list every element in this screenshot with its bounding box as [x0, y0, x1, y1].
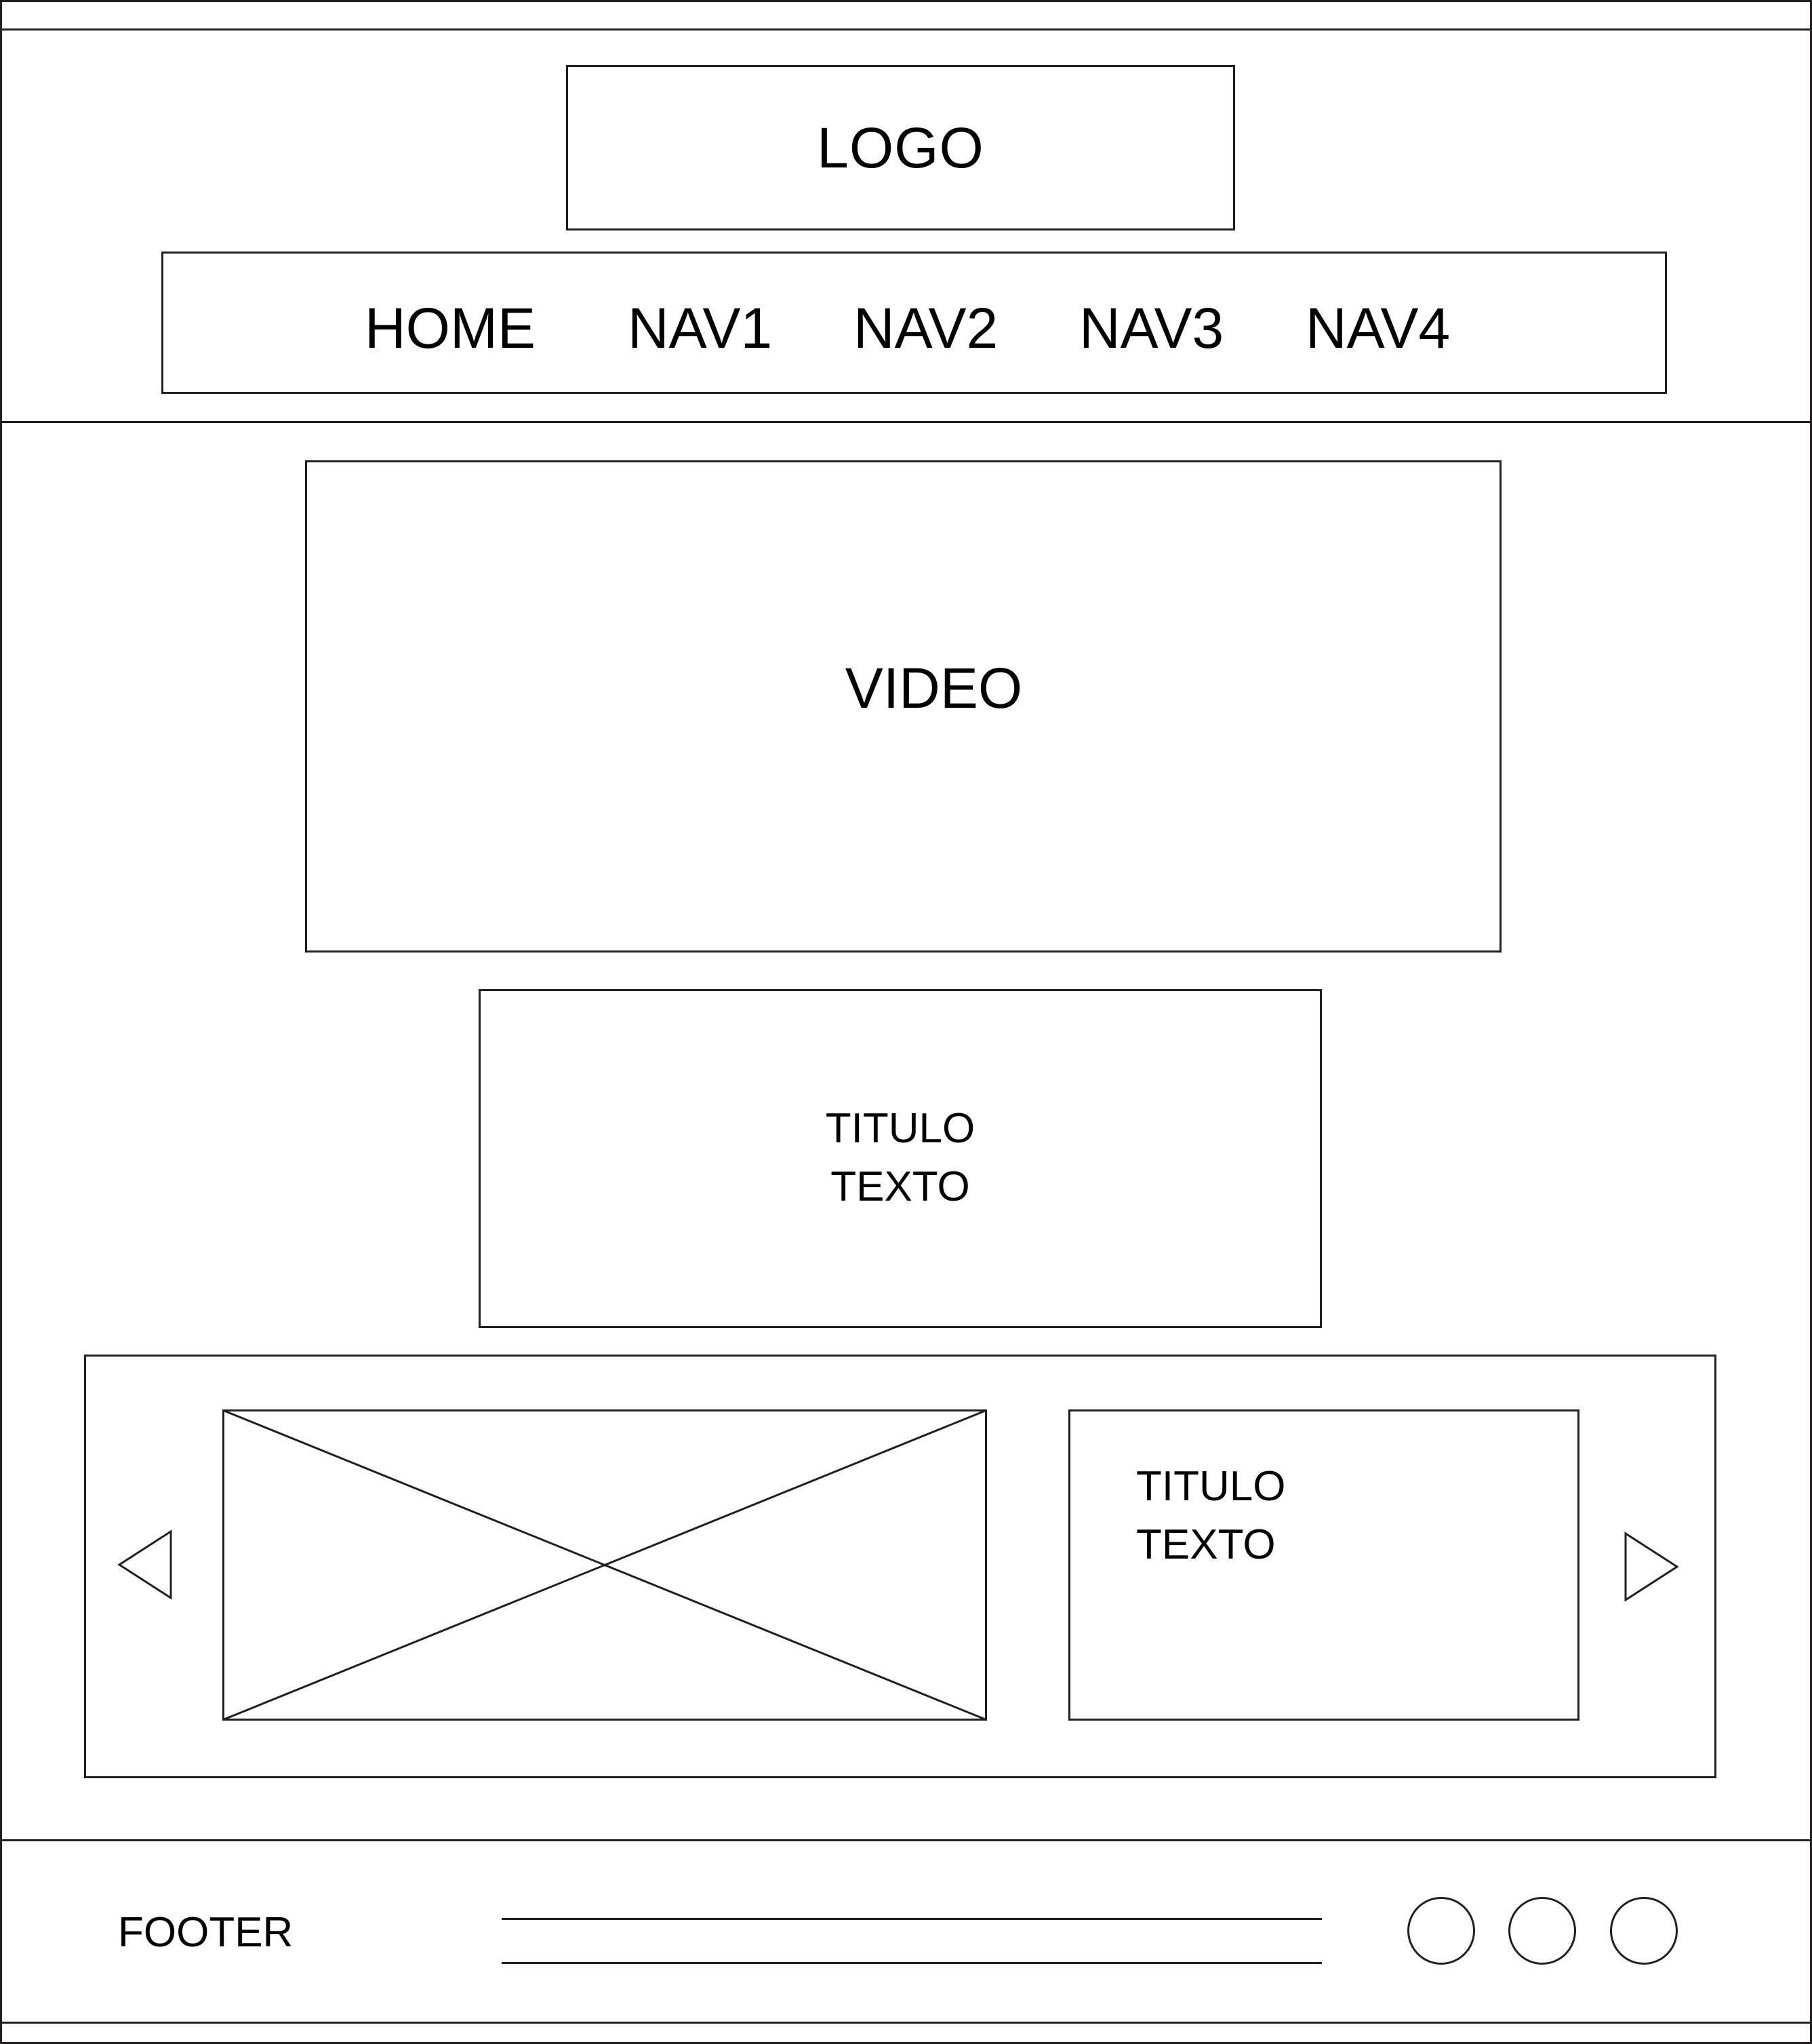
footer-label: FOOTER — [118, 1909, 294, 1956]
triangle-right-icon — [1624, 1531, 1679, 1602]
top-edge-line — [0, 0, 1812, 2]
carousel-prev-button[interactable] — [117, 1529, 173, 1600]
social-circle-icon-3[interactable] — [1610, 1897, 1678, 1965]
slide-title: TITULO — [1136, 1463, 1286, 1510]
footer-bottom-divider — [0, 2022, 1812, 2024]
carousel-next-button[interactable] — [1624, 1531, 1679, 1602]
footer-top-divider — [0, 1839, 1812, 1841]
carousel: TITULO TEXTO — [84, 1355, 1716, 1778]
intro-title: TITULO — [825, 1105, 975, 1152]
image-placeholder-icon — [222, 1409, 987, 1721]
logo-label: LOGO — [817, 115, 984, 180]
footer-text-line-1 — [502, 1918, 1322, 1920]
header-top-divider — [0, 28, 1812, 31]
carousel-image-placeholder — [222, 1409, 987, 1721]
nav-2[interactable]: NAV2 — [853, 300, 998, 357]
social-circle-icon-2[interactable] — [1508, 1897, 1576, 1965]
main-nav: HOME NAV1 NAV2 NAV3 NAV4 — [161, 252, 1667, 394]
logo[interactable]: LOGO — [566, 65, 1235, 231]
intro-card: TITULO TEXTO — [479, 989, 1322, 1328]
carousel-slide-card: TITULO TEXTO — [1068, 1409, 1579, 1721]
video-label: VIDEO — [845, 656, 1023, 720]
nav-3[interactable]: NAV3 — [1079, 300, 1224, 357]
social-circle-icon-1[interactable] — [1407, 1897, 1475, 1965]
nav-4[interactable]: NAV4 — [1306, 300, 1450, 357]
slide-text-block: TITULO TEXTO — [1136, 1458, 1285, 1574]
intro-text-block: TITULO TEXTO — [481, 1100, 1320, 1216]
video-player[interactable]: VIDEO — [305, 460, 1502, 953]
triangle-left-icon — [117, 1529, 172, 1600]
header-bottom-divider — [0, 421, 1812, 423]
slide-text: TEXTO — [1136, 1521, 1276, 1568]
footer-text-line-2 — [502, 1962, 1322, 1964]
intro-text: TEXTO — [830, 1163, 970, 1210]
nav-home[interactable]: HOME — [365, 300, 536, 357]
nav-1[interactable]: NAV1 — [628, 300, 772, 357]
